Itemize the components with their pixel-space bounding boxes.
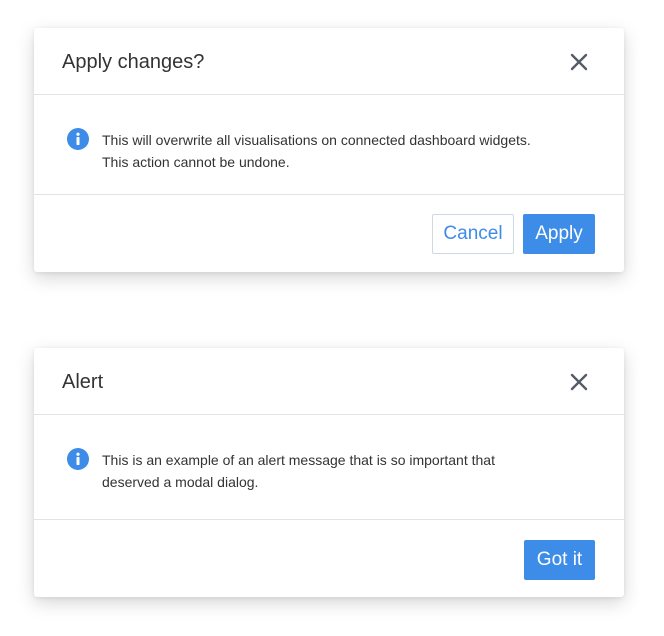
message-line: This will overwrite all visualisations o… (102, 132, 531, 148)
alert-dialog: Alert This is an example of an alert mes… (34, 348, 624, 597)
message-line: This action cannot be undone. (102, 154, 290, 170)
dialog-message: This is an example of an alert message t… (102, 449, 602, 493)
dialog-header: Apply changes? (34, 28, 624, 95)
dialog-body: This is an example of an alert message t… (34, 415, 624, 520)
dialog-header: Alert (34, 348, 624, 415)
apply-button[interactable]: Apply (523, 214, 595, 254)
close-icon[interactable] (567, 50, 591, 74)
apply-changes-dialog: Apply changes? This will overwrite all v… (34, 28, 624, 272)
info-icon (67, 448, 89, 470)
dialog-body: This will overwrite all visualisations o… (34, 95, 624, 195)
got-it-button[interactable]: Got it (524, 540, 595, 580)
close-icon[interactable] (567, 370, 591, 394)
cancel-button[interactable]: Cancel (432, 214, 514, 254)
message-line: deserved a modal dialog. (102, 474, 259, 490)
dialog-title: Alert (62, 371, 104, 393)
dialog-message: This will overwrite all visualisations o… (102, 129, 602, 173)
dialog-footer: Cancel Apply (34, 195, 624, 272)
info-icon (67, 128, 89, 150)
dialog-footer: Got it (34, 520, 624, 597)
message-line: This is an example of an alert message t… (102, 452, 495, 468)
dialog-title: Apply changes? (62, 51, 205, 73)
